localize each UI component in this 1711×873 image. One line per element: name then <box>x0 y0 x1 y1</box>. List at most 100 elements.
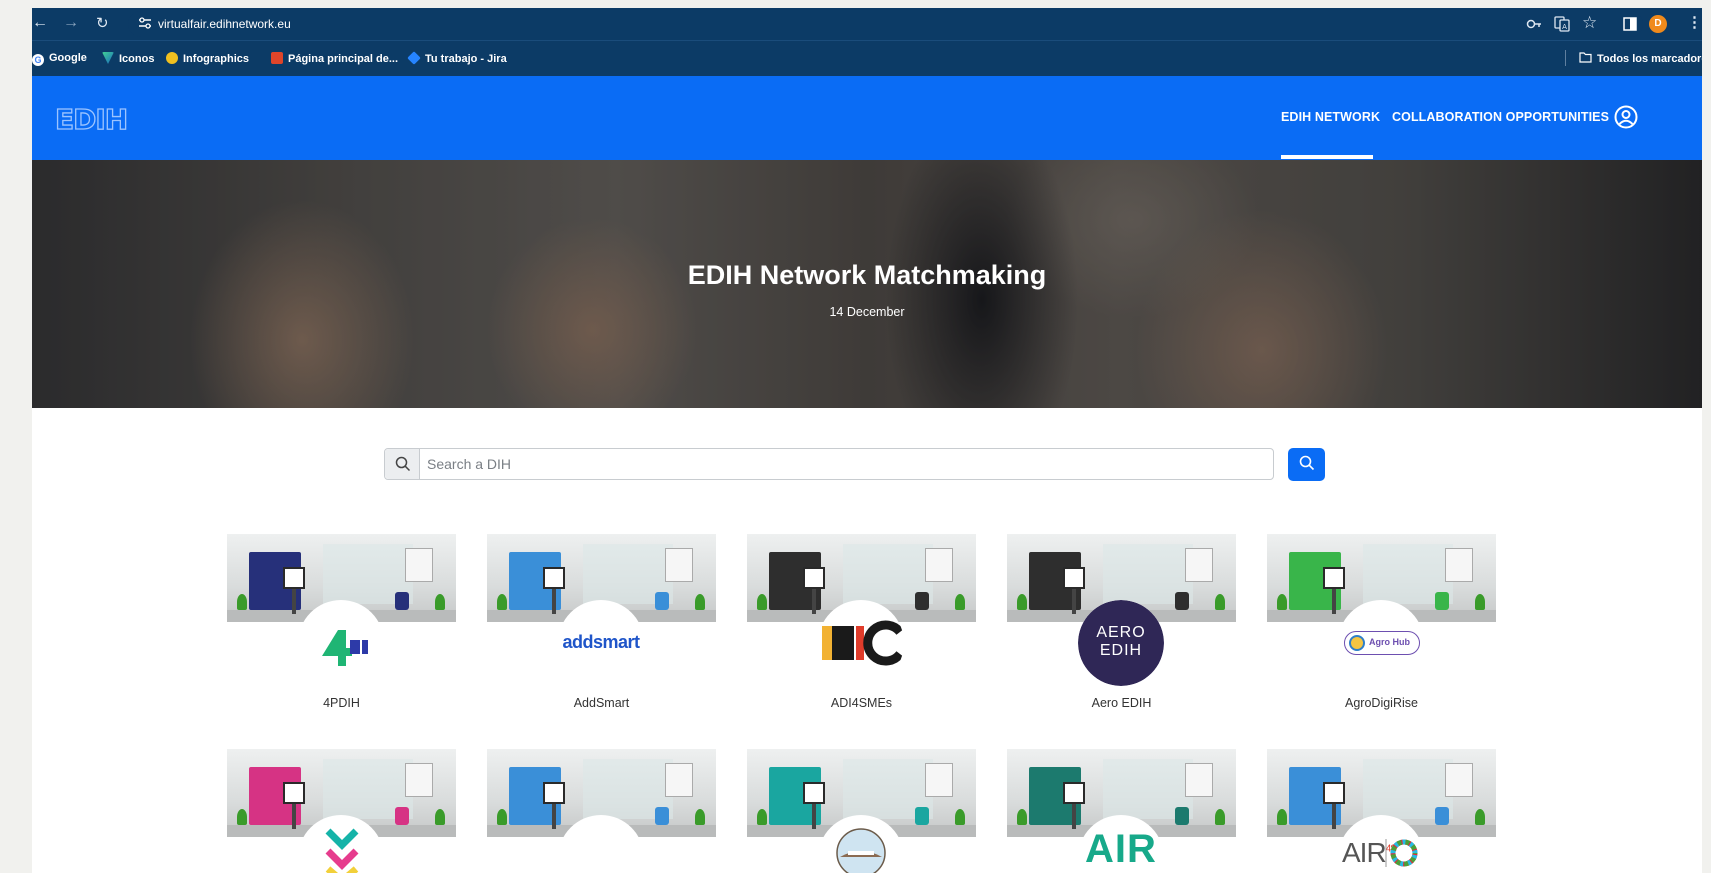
booth-chair <box>915 592 929 610</box>
address-bar[interactable]: virtualfair.edihnetwork.eu <box>128 11 1643 37</box>
bookmark-label: Infographics <box>183 53 250 65</box>
bookmark-jira[interactable]: Tu trabajo - Jira <box>407 51 507 65</box>
translate-icon[interactable]: A <box>1554 16 1570 32</box>
user-account-icon[interactable] <box>1614 105 1638 129</box>
ric-logo-icon <box>822 620 904 666</box>
booth-screen <box>1323 567 1345 589</box>
booth-stand <box>552 589 556 614</box>
bookmark-google[interactable]: G Google <box>32 52 87 66</box>
4pdih-logo[interactable] <box>298 600 384 686</box>
bookmark-infographics[interactable]: Infographics <box>166 52 249 65</box>
booth-plant-right <box>955 594 965 610</box>
dih-card[interactable]: AIR4S <box>1267 749 1496 873</box>
side-panel-icon[interactable] <box>1622 16 1638 32</box>
password-key-icon[interactable] <box>1526 16 1542 32</box>
dih-card[interactable]: ADI4SMEs <box>747 534 976 714</box>
booth-plant-left <box>757 809 767 825</box>
search-button[interactable] <box>1288 448 1325 481</box>
booth-poster <box>1185 548 1213 582</box>
more-menu-icon[interactable]: ⋮ <box>1687 13 1702 31</box>
booth-plant-left <box>1017 809 1027 825</box>
agro-hub-badge: Agro Hub <box>1344 631 1420 655</box>
booth-plant-right <box>1215 809 1225 825</box>
search-input[interactable] <box>421 449 1271 479</box>
booth-plant-right <box>955 809 965 825</box>
booth-screen <box>283 782 305 804</box>
ric-logo[interactable] <box>818 600 904 686</box>
nav-collaboration-opportunities[interactable]: COLLABORATION OPPORTUNITIES <box>1392 110 1609 124</box>
browser-window: ← → ↻ virtualfair.edihnetwork.eu A ☆ D ⋮… <box>32 8 1702 873</box>
dih-card-name[interactable]: 4PDIH <box>227 696 456 710</box>
dih-card-name[interactable]: Aero EDIH <box>1007 696 1236 710</box>
agro-hub-logo[interactable]: Agro Hub <box>1338 600 1424 686</box>
booth-screen <box>803 567 825 589</box>
aero-line-1: AERO <box>1096 624 1146 641</box>
addsmart-logo[interactable]: addsmart <box>558 600 644 686</box>
edih-logo[interactable]: EDIH <box>55 104 135 134</box>
booth-plant-left <box>497 809 507 825</box>
browser-toolbar: ← → ↻ virtualfair.edihnetwork.eu A ☆ D ⋮ <box>32 8 1702 40</box>
booth-plant-left <box>497 594 507 610</box>
reload-icon[interactable]: ↻ <box>96 14 109 32</box>
booth-stand <box>812 589 816 614</box>
booth-screen <box>1063 782 1085 804</box>
booth-chair <box>1175 807 1189 825</box>
bookmarks-divider <box>1565 50 1566 66</box>
booth-poster <box>405 763 433 797</box>
booth-poster <box>665 548 693 582</box>
bookmark-star-icon[interactable]: ☆ <box>1582 13 1598 32</box>
dih-card[interactable] <box>487 749 716 873</box>
agro-hub-dot-icon <box>1349 635 1365 651</box>
booth-poster <box>665 763 693 797</box>
dih-card[interactable]: AIRANDALUSIA <box>1007 749 1236 873</box>
booth-screen <box>543 782 565 804</box>
profile-avatar[interactable]: D <box>1649 15 1667 33</box>
air4s-logo[interactable]: AIR4S <box>1338 815 1424 873</box>
dih-card[interactable]: Agro Hub AgroDigiRise <box>1267 534 1496 714</box>
dih-card[interactable] <box>747 749 976 873</box>
booth-stand <box>812 804 816 829</box>
booth-plant-right <box>435 594 445 610</box>
dih-card[interactable]: 4PDIH <box>227 534 456 714</box>
booth-poster <box>405 548 433 582</box>
nav-active-indicator <box>1281 155 1373 159</box>
addsmart-logo-text: addsmart <box>562 632 640 652</box>
booth-poster <box>925 548 953 582</box>
bookmark-office[interactable]: Página principal de... <box>271 52 398 65</box>
all-bookmarks-button[interactable]: Todos los marcadores <box>1579 52 1702 65</box>
dih-card[interactable]: addsmart AddSmart <box>487 534 716 714</box>
booth-poster <box>1445 548 1473 582</box>
dih-card-name[interactable]: ADI4SMEs <box>747 696 976 710</box>
booth-plant-right <box>1215 594 1225 610</box>
booth-plant-right <box>695 809 705 825</box>
url-text[interactable]: virtualfair.edihnetwork.eu <box>158 17 291 31</box>
google-icon: G <box>32 54 44 66</box>
back-icon[interactable]: ← <box>32 14 48 32</box>
search-addon <box>385 449 420 479</box>
booth-stand <box>1072 589 1076 614</box>
booth-chair <box>915 807 929 825</box>
site-settings-icon[interactable] <box>138 16 152 30</box>
aero-edih-logo[interactable]: AERO EDIH <box>1078 600 1164 686</box>
sdg-wheel-icon <box>1385 839 1418 867</box>
jira-icon <box>407 51 421 65</box>
dih-card[interactable] <box>227 749 456 873</box>
forward-icon[interactable]: → <box>63 14 79 32</box>
bookmark-label: Google <box>49 52 87 64</box>
booth-screen <box>803 782 825 804</box>
dih-card[interactable]: AERO EDIH Aero EDIH <box>1007 534 1236 714</box>
search-icon <box>395 456 411 472</box>
dih-card-name[interactable]: AgroDigiRise <box>1267 696 1496 710</box>
booth-plant-right <box>1475 809 1485 825</box>
search-icon <box>1299 455 1314 471</box>
dih-card-name[interactable]: AddSmart <box>487 696 716 710</box>
booth-screen <box>543 567 565 589</box>
bookmark-iconos[interactable]: Iconos <box>102 52 154 65</box>
booth-plant-left <box>237 809 247 825</box>
booth-stand <box>1332 589 1336 614</box>
office-icon <box>271 52 283 64</box>
booth-chair <box>655 592 669 610</box>
nav-edih-network[interactable]: EDIH NETWORK <box>1281 110 1380 124</box>
booth-plant-right <box>435 809 445 825</box>
booth-plant-left <box>1277 809 1287 825</box>
